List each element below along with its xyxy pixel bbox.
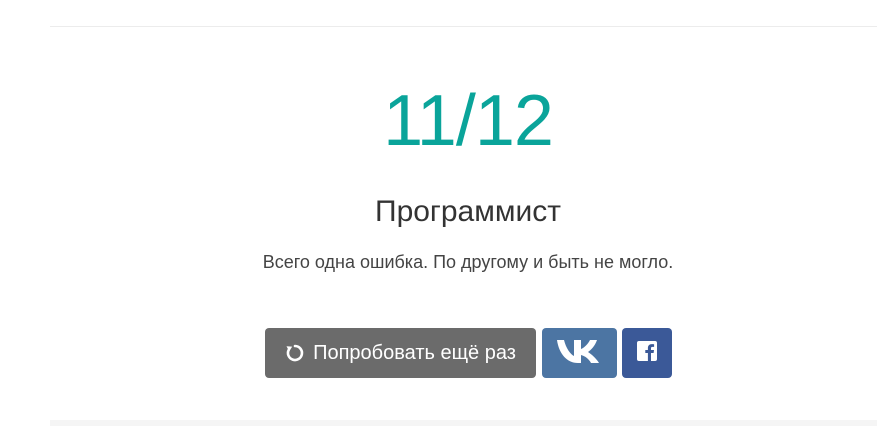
share-facebook-button[interactable] bbox=[622, 328, 672, 378]
result-description: Всего одна ошибка. По другому и быть не … bbox=[262, 252, 674, 272]
result-title: Программист bbox=[375, 195, 561, 228]
retry-button-label: Попробовать ещё раз bbox=[313, 341, 516, 364]
share-vk-button[interactable] bbox=[542, 328, 617, 378]
top-divider bbox=[50, 26, 877, 27]
retry-button[interactable]: Попробовать ещё раз bbox=[265, 328, 536, 378]
vk-logo-icon bbox=[554, 336, 606, 371]
result-score: 11/12 bbox=[383, 81, 554, 161]
refresh-icon bbox=[285, 343, 305, 363]
facebook-logo-icon bbox=[637, 340, 657, 366]
bottom-bar bbox=[50, 420, 877, 426]
